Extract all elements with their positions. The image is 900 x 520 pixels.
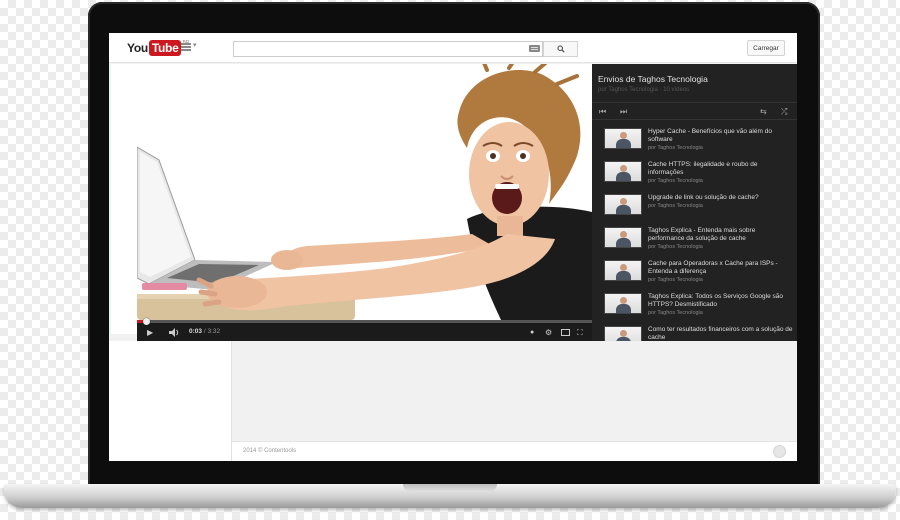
volume-icon[interactable] bbox=[169, 328, 180, 337]
laptop-notch bbox=[403, 484, 497, 492]
playlist-item[interactable]: Cache para Operadoras x Cache para ISPs … bbox=[592, 256, 797, 289]
playlist-item-author: por Taghos Tecnologia bbox=[648, 310, 703, 316]
playlist-item-title[interactable]: Hyper Cache - Benefícios que vão além do… bbox=[648, 128, 793, 144]
repeat-icon[interactable]: ⇆ bbox=[760, 107, 767, 116]
upload-button[interactable]: Carregar bbox=[747, 40, 785, 56]
play-icon[interactable]: ▶ bbox=[147, 328, 153, 337]
video-thumbnail[interactable] bbox=[604, 161, 642, 182]
playlist-controls: ⏮ ⏭ ⇆ ⤮ bbox=[592, 102, 797, 120]
playlist-item-author: por Taghos Tecnologia bbox=[648, 277, 703, 283]
next-icon[interactable]: ⏭ bbox=[620, 107, 627, 117]
progress-bar[interactable] bbox=[137, 320, 592, 323]
help-icon[interactable] bbox=[773, 445, 786, 458]
playlist-item-title[interactable]: Cache para Operadoras x Cache para ISPs … bbox=[648, 260, 793, 276]
logo-tube: Tube bbox=[148, 40, 182, 56]
page-footer: 2014 © Contentools bbox=[231, 441, 797, 461]
video-thumbnail[interactable] bbox=[604, 194, 642, 215]
playlist-item[interactable]: Como ter resultados financeiros com a so… bbox=[592, 322, 797, 341]
search-button[interactable] bbox=[543, 41, 578, 57]
shuffle-icon[interactable]: ⤮ bbox=[781, 107, 787, 117]
browser-screen: You Tube BR Carregar bbox=[109, 33, 797, 461]
annotations-icon[interactable]: ● bbox=[530, 328, 534, 337]
video-thumbnail[interactable] bbox=[604, 227, 642, 248]
playlist-item[interactable]: Cache HTTPS: ilegalidade e roubo de info… bbox=[592, 157, 797, 190]
playlist-item[interactable]: Taghos Explica: Todos os Serviços Google… bbox=[592, 289, 797, 322]
fullscreen-icon[interactable]: ⛶ bbox=[577, 328, 583, 337]
video-frame[interactable] bbox=[137, 64, 592, 322]
duration: 3:32 bbox=[207, 328, 221, 335]
time-display: 0:03 / 3:32 bbox=[189, 328, 220, 335]
playlist-panel: Envios de Taghos Tecnologia por Taghos T… bbox=[592, 64, 797, 341]
logo-you: You bbox=[127, 41, 148, 55]
playlist-item[interactable]: Upgrade de link ou solução de cache? por… bbox=[592, 190, 797, 223]
playlist-item-author: por Taghos Tecnologia bbox=[648, 203, 703, 209]
playlist-item[interactable]: Taghos Explica - Entenda mais sobre perf… bbox=[592, 223, 797, 256]
player-controls: ▶ 0:03 / 3:32 ● ⚙ ⛶ bbox=[137, 318, 592, 341]
playlist-item-title[interactable]: Upgrade de link ou solução de cache? bbox=[648, 194, 793, 202]
video-info-area bbox=[231, 341, 797, 441]
video-thumbnail[interactable] bbox=[604, 128, 642, 149]
left-panel bbox=[109, 341, 231, 461]
guide-menu-icon[interactable] bbox=[181, 41, 197, 51]
keyboard-icon[interactable] bbox=[529, 45, 540, 52]
video-thumbnail[interactable] bbox=[604, 326, 642, 341]
playlist-item-title[interactable]: Como ter resultados financeiros com a so… bbox=[648, 326, 793, 341]
playlist-items: Hyper Cache - Benefícios que vão além do… bbox=[592, 124, 797, 341]
playlist-item-author: por Taghos Tecnologia bbox=[648, 178, 703, 184]
playlist-item[interactable]: Hyper Cache - Benefícios que vão além do… bbox=[592, 124, 797, 157]
video-player[interactable]: ▶ 0:03 / 3:32 ● ⚙ ⛶ bbox=[137, 64, 592, 341]
current-time: 0:03 bbox=[189, 328, 203, 335]
video-thumbnail[interactable] bbox=[604, 293, 642, 314]
gear-icon[interactable]: ⚙ bbox=[545, 328, 552, 337]
playlist-item-title[interactable]: Taghos Explica: Todos os Serviços Google… bbox=[648, 293, 793, 309]
playlist-item-title[interactable]: Taghos Explica - Entenda mais sobre perf… bbox=[648, 227, 793, 243]
masthead: You Tube BR Carregar bbox=[109, 33, 797, 63]
video-thumbnail[interactable] bbox=[604, 260, 642, 281]
scrubber-handle[interactable] bbox=[143, 318, 150, 325]
playlist-item-title[interactable]: Cache HTTPS: ilegalidade e roubo de info… bbox=[648, 161, 793, 177]
search-input[interactable] bbox=[233, 41, 543, 57]
search-icon bbox=[556, 45, 565, 53]
previous-icon[interactable]: ⏮ bbox=[599, 107, 606, 117]
playlist-subtitle: por Taghos Tecnologia · 10 vídeos bbox=[598, 87, 690, 93]
footer-copyright: 2014 © Contentools bbox=[243, 448, 297, 454]
playlist-item-author: por Taghos Tecnologia bbox=[648, 145, 703, 151]
guide-column bbox=[109, 64, 137, 334]
theater-mode-icon[interactable] bbox=[561, 329, 570, 336]
playlist-item-author: por Taghos Tecnologia bbox=[648, 244, 703, 250]
playlist-title[interactable]: Envios de Taghos Tecnologia bbox=[598, 74, 708, 84]
